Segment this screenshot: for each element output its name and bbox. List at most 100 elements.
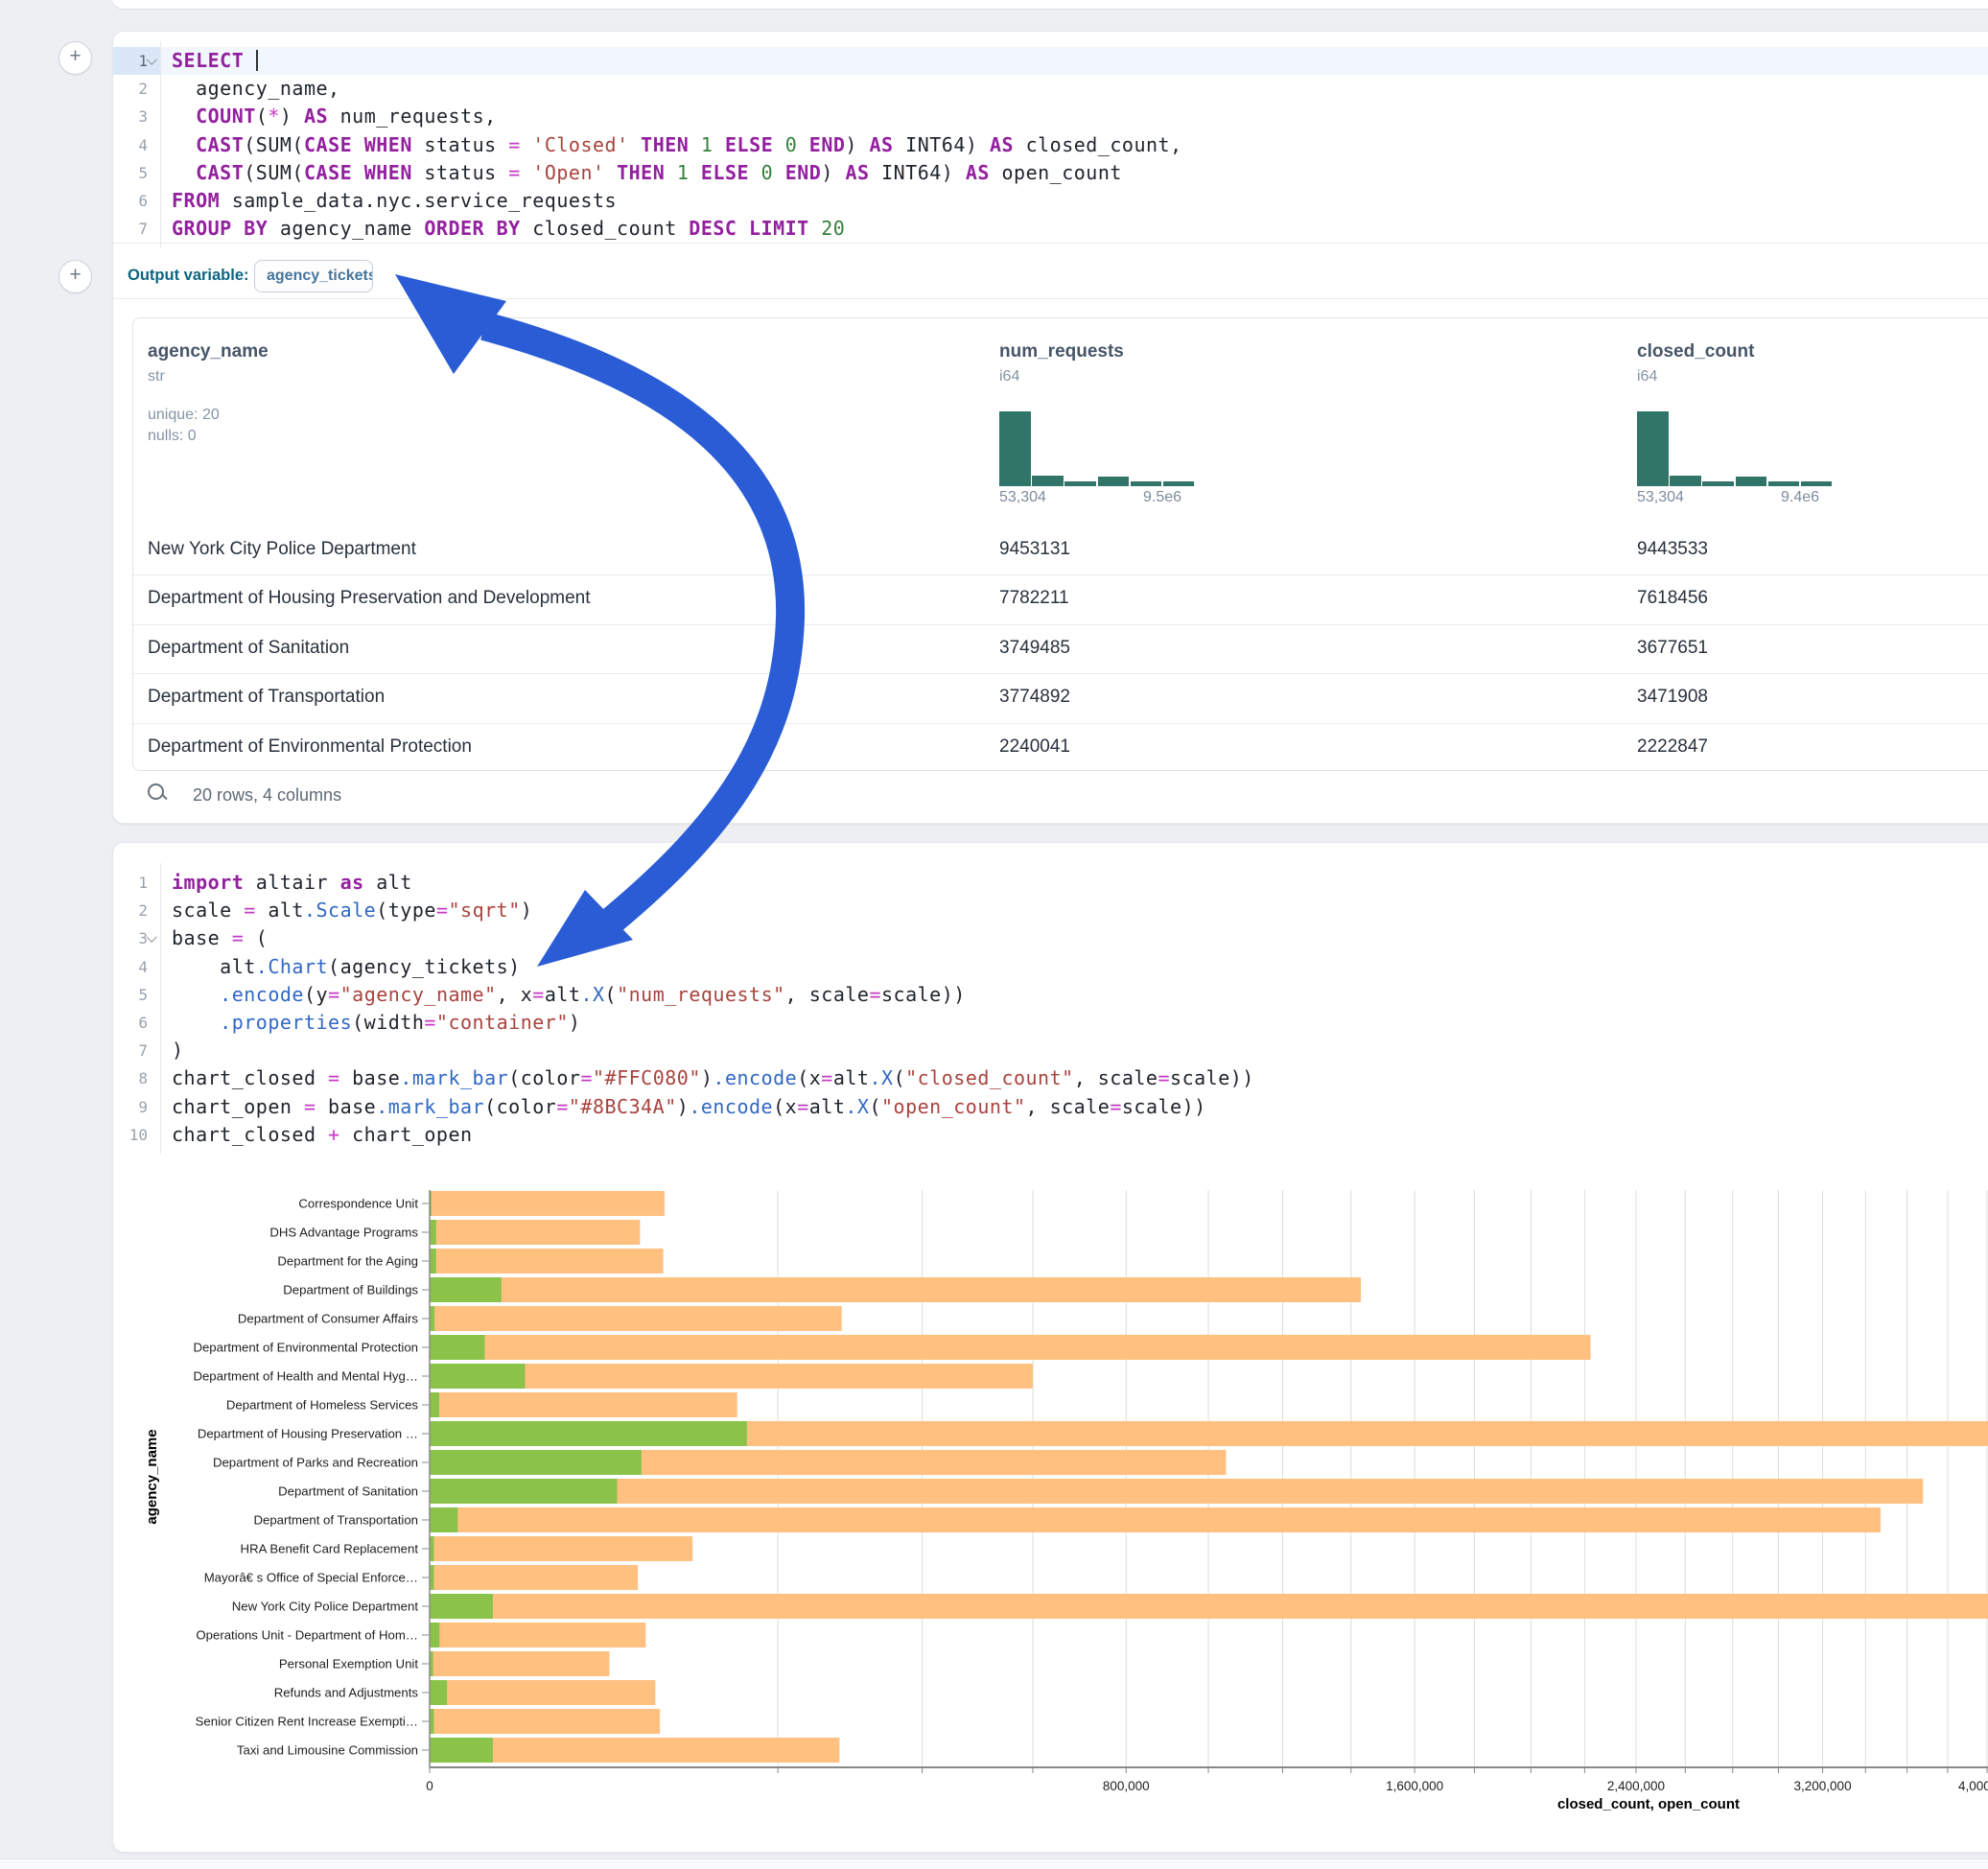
code-line: 6FROM sample_data.nyc.service_requests [113, 187, 1988, 215]
sql-cell: 1SELECT 2 agency_name,3 COUNT(*) AS num_… [112, 31, 1988, 824]
column-header[interactable]: closed_count [1637, 341, 1754, 362]
notebook-page: { "sql_cell": { "output_label": "Output … [0, 0, 1988, 1864]
text-cursor [256, 50, 258, 71]
histogram-max-label: 9.4e6 [1781, 489, 1819, 506]
bar-closed-count [430, 1306, 842, 1331]
code-line: 4 alt.Chart(agency_tickets) [113, 953, 1988, 981]
y-tick-label: Senior Citizen Rent Increase Exempti… [196, 1715, 418, 1729]
line-number: 5 [113, 159, 160, 187]
y-tick-label: Department of Sanitation [278, 1484, 418, 1499]
table-cell: 3471908 [1637, 687, 1708, 708]
code-line: 7) [113, 1037, 1988, 1064]
output-variable-label: Output variable: [128, 267, 249, 285]
histogram-min-label: 53,304 [999, 489, 1046, 506]
fold-chevron-icon[interactable] [147, 55, 157, 65]
line-number: 9 [113, 1093, 160, 1121]
bar-closed-count [430, 1623, 645, 1647]
line-number: 6 [113, 187, 160, 215]
column-histogram [1637, 411, 1834, 486]
bar-open-count [430, 1392, 439, 1417]
histogram-bar [1098, 477, 1130, 486]
histogram-bar [1670, 476, 1701, 486]
bar-open-count [430, 1220, 436, 1245]
histogram-bar [999, 411, 1031, 486]
table-row: Department of Environmental Protection 22… [133, 723, 1988, 772]
table-cell: 7782211 [999, 588, 1069, 609]
line-number: 1 [113, 869, 160, 897]
y-tick-label: Operations Unit - Department of Hom… [196, 1628, 418, 1643]
bar-closed-count [430, 1565, 638, 1590]
code-line: 7GROUP BY agency_name ORDER BY closed_co… [113, 215, 1988, 243]
bar-closed-count [430, 1191, 665, 1216]
line-number: 3 [113, 924, 160, 952]
x-tick-label: 0 [426, 1779, 433, 1793]
column-stats: unique: 20 [148, 407, 220, 424]
search-icon[interactable] [147, 783, 168, 804]
histogram-bar [1064, 481, 1096, 486]
x-tick-label: 2,400,000 [1607, 1779, 1665, 1793]
sql-editor[interactable]: 1SELECT 2 agency_name,3 COUNT(*) AS num_… [113, 47, 1988, 243]
bar-open-count [430, 1306, 434, 1331]
code-line: 9chart_open = base.mark_bar(color="#8BC3… [113, 1093, 1988, 1121]
python-editor[interactable]: 1import altair as alt2scale = alt.Scale(… [113, 869, 1988, 1149]
histogram-bar [1163, 481, 1195, 486]
plus-icon: + [69, 45, 81, 67]
code-line: 1import altair as alt [113, 869, 1988, 897]
table-cell: 3749485 [999, 638, 1070, 659]
bar-open-count [430, 1594, 493, 1619]
y-tick-label: Department of Consumer Affairs [238, 1312, 419, 1326]
table-cell: Department of Transportation [148, 687, 385, 708]
bar-open-count [430, 1335, 484, 1360]
x-tick-label: 1,600,000 [1386, 1779, 1443, 1793]
bar-closed-count [430, 1680, 655, 1705]
line-number: 4 [113, 953, 160, 981]
histogram-max-label: 9.5e6 [1143, 489, 1181, 506]
bar-closed-count [430, 1507, 1881, 1532]
bar-open-count [430, 1277, 502, 1302]
line-number: 8 [113, 1064, 160, 1092]
table-row: Department of Housing Preservation and D… [133, 574, 1988, 623]
search-lens [148, 783, 164, 800]
code-line: 3base = ( [113, 924, 1988, 952]
line-number: 4 [113, 131, 160, 159]
histogram-bar [1131, 481, 1162, 486]
column-header[interactable]: num_requests [999, 341, 1124, 362]
code-line: 4 CAST(SUM(CASE WHEN status = 'Closed' T… [113, 131, 1988, 159]
table-cell: Department of Environmental Protection [148, 736, 472, 758]
x-axis-title: closed_count, open_count [1557, 1796, 1740, 1812]
line-number: 7 [113, 215, 160, 243]
code-line: 3 COUNT(*) AS num_requests, [113, 103, 1988, 130]
y-tick-label: Department of Housing Preservation … [198, 1427, 418, 1441]
histogram-bar [1801, 481, 1833, 486]
bar-open-count [430, 1249, 436, 1273]
table-cell: 2240041 [999, 736, 1070, 758]
line-number: 5 [113, 981, 160, 1009]
bar-closed-count [430, 1536, 692, 1561]
column-header[interactable]: agency_name [148, 341, 269, 362]
line-number: 10 [113, 1121, 160, 1149]
column-type: i64 [1637, 368, 1657, 385]
y-tick-label: Mayorâ€ s Office of Special Enforce… [204, 1571, 418, 1585]
line-number: 3 [113, 103, 160, 130]
table-cell: 3677651 [1637, 638, 1708, 659]
table-cell: 3774892 [999, 687, 1070, 708]
add-cell-button-middle[interactable]: + [58, 260, 92, 293]
y-tick-label: Refunds and Adjustments [274, 1686, 419, 1700]
histogram-bar [1637, 411, 1669, 486]
code-line: 2scale = alt.Scale(type="sqrt") [113, 897, 1988, 924]
y-tick-label: Department of Homeless Services [226, 1398, 418, 1413]
output-variable-pill[interactable]: agency_tickets [254, 260, 373, 292]
add-cell-button-top[interactable]: + [58, 41, 92, 75]
table-row: New York City Police Department945313194… [133, 526, 1988, 574]
line-number: 7 [113, 1037, 160, 1064]
table-cell: 9453131 [999, 539, 1070, 560]
bar-open-count [430, 1450, 642, 1475]
y-axis-title: agency_name [144, 1429, 160, 1524]
y-tick-label: DHS Advantage Programs [269, 1226, 418, 1240]
bar-open-count [430, 1738, 493, 1763]
y-tick-label: Personal Exemption Unit [279, 1657, 418, 1671]
bar-closed-count [430, 1651, 609, 1676]
fold-chevron-icon[interactable] [147, 932, 157, 943]
bar-open-count [430, 1507, 457, 1532]
line-number: 2 [113, 897, 160, 924]
